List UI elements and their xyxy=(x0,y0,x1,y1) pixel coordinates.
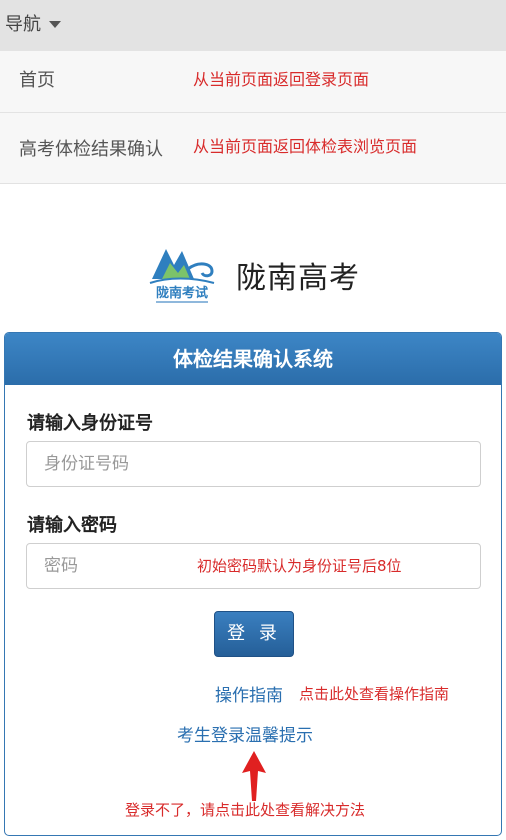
menu-item-label[interactable]: 高考体检结果确认 xyxy=(19,135,163,161)
brand-header: 陇南考试 陇南高考 xyxy=(148,239,388,309)
longnan-exam-logo: 陇南考试 xyxy=(149,249,215,303)
top-navbar: 导航 xyxy=(0,0,506,51)
caret-down-icon xyxy=(49,20,61,28)
arrow-up-icon xyxy=(242,751,266,801)
id-number-label: 请输入身份证号 xyxy=(27,413,153,434)
menu-item-exam-confirm[interactable]: 高考体检结果确认 从当前页面返回体检表浏览页面 xyxy=(0,114,506,176)
guide-annotation: 点击此处查看操作指南 xyxy=(299,685,450,703)
menu-item-annotation: 从当前页面返回体检表浏览页面 xyxy=(193,137,418,156)
menu-item-annotation: 从当前页面返回登录页面 xyxy=(193,70,370,89)
password-annotation: 初始密码默认为身份证号后8位 xyxy=(197,557,402,575)
nav-label: 导航 xyxy=(5,14,41,35)
operation-guide-link[interactable]: 操作指南 xyxy=(215,681,283,706)
login-tips-link[interactable]: 考生登录温馨提示 xyxy=(177,721,313,746)
nav-menu: 首页 从当前页面返回登录页面 高考体检结果确认 从当前页面返回体检表浏览页面 xyxy=(0,51,506,184)
tips-annotation: 登录不了，请点击此处查看解决方法 xyxy=(125,801,366,819)
nav-dropdown-toggle[interactable]: 导航 xyxy=(5,10,61,36)
menu-item-label[interactable]: 首页 xyxy=(19,66,55,92)
logo-lettering: 陇南考试 xyxy=(156,285,208,301)
password-label: 请输入密码 xyxy=(27,515,117,536)
menu-item-home[interactable]: 首页 从当前页面返回登录页面 xyxy=(0,51,506,113)
panel-title: 体检结果确认系统 xyxy=(5,333,501,385)
brand-name: 陇南高考 xyxy=(236,261,360,296)
id-number-input[interactable] xyxy=(26,441,481,487)
login-button[interactable]: 登 录 xyxy=(214,611,294,657)
login-panel: 体检结果确认系统 请输入身份证号 请输入密码 初始密码默认为身份证号后8位 登 … xyxy=(4,332,502,836)
